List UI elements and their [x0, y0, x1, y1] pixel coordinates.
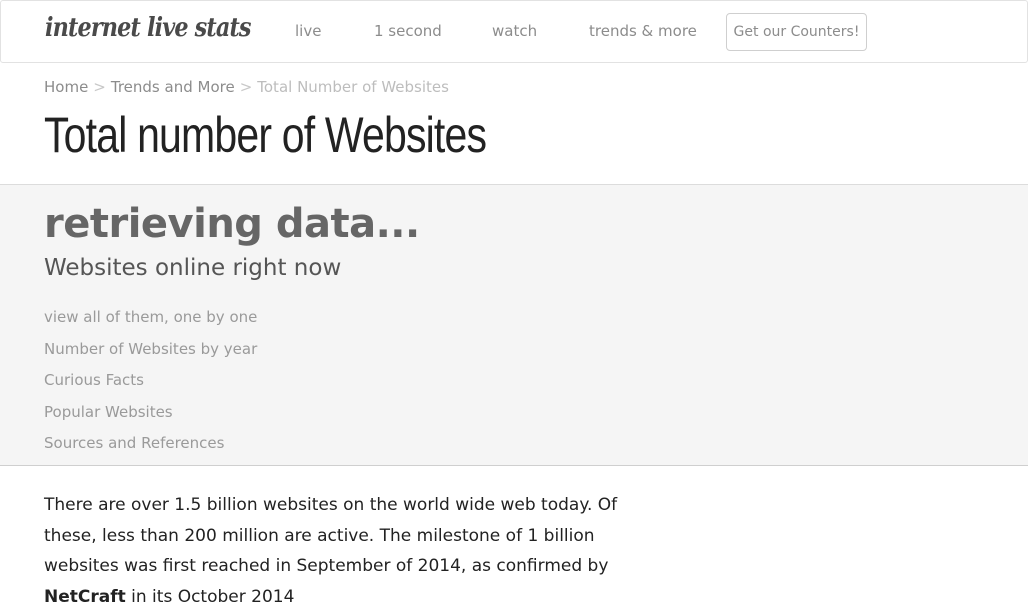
- breadcrumb-separator: >: [93, 78, 106, 96]
- section-links: view all of them, one by one Number of W…: [44, 306, 257, 464]
- top-navbar: internet live stats live 1 second watch …: [0, 0, 1028, 63]
- nav-link-watch[interactable]: watch: [492, 22, 537, 40]
- breadcrumb-home[interactable]: Home: [44, 78, 88, 96]
- link-curious-facts[interactable]: Curious Facts: [44, 369, 257, 401]
- link-websites-by-year[interactable]: Number of Websites by year: [44, 338, 257, 370]
- breadcrumb-current: Total Number of Websites: [257, 78, 449, 96]
- live-counter-panel: retrieving data... Websites online right…: [0, 184, 1028, 466]
- nav-link-trends-more[interactable]: trends & more: [589, 22, 697, 40]
- nav-link-1-second[interactable]: 1 second: [374, 22, 442, 40]
- link-sources-references[interactable]: Sources and References: [44, 432, 257, 464]
- page-title: Total number of Websites: [44, 107, 487, 163]
- breadcrumb-separator: >: [239, 78, 253, 96]
- intro-text: There are over 1.5 billion websites on t…: [44, 495, 618, 576]
- nav-link-live[interactable]: live: [295, 22, 321, 40]
- site-logo[interactable]: internet live stats: [45, 13, 252, 43]
- link-view-all-websites[interactable]: view all of them, one by one: [44, 306, 257, 338]
- netcraft-link[interactable]: NetCraft: [44, 587, 126, 607]
- breadcrumb: Home > Trends and More > Total Number of Web…: [44, 78, 449, 96]
- intro-text-continued: in its October 2014: [125, 586, 295, 607]
- link-popular-websites[interactable]: Popular Websites: [44, 401, 257, 433]
- counter-label: Websites online right now: [44, 255, 342, 281]
- breadcrumb-trends[interactable]: Trends and More: [111, 78, 235, 96]
- live-website-counter: retrieving data...: [44, 201, 420, 247]
- intro-paragraph: There are over 1.5 billion websites on t…: [44, 490, 664, 612]
- get-counters-button[interactable]: Get our Counters!: [726, 13, 867, 51]
